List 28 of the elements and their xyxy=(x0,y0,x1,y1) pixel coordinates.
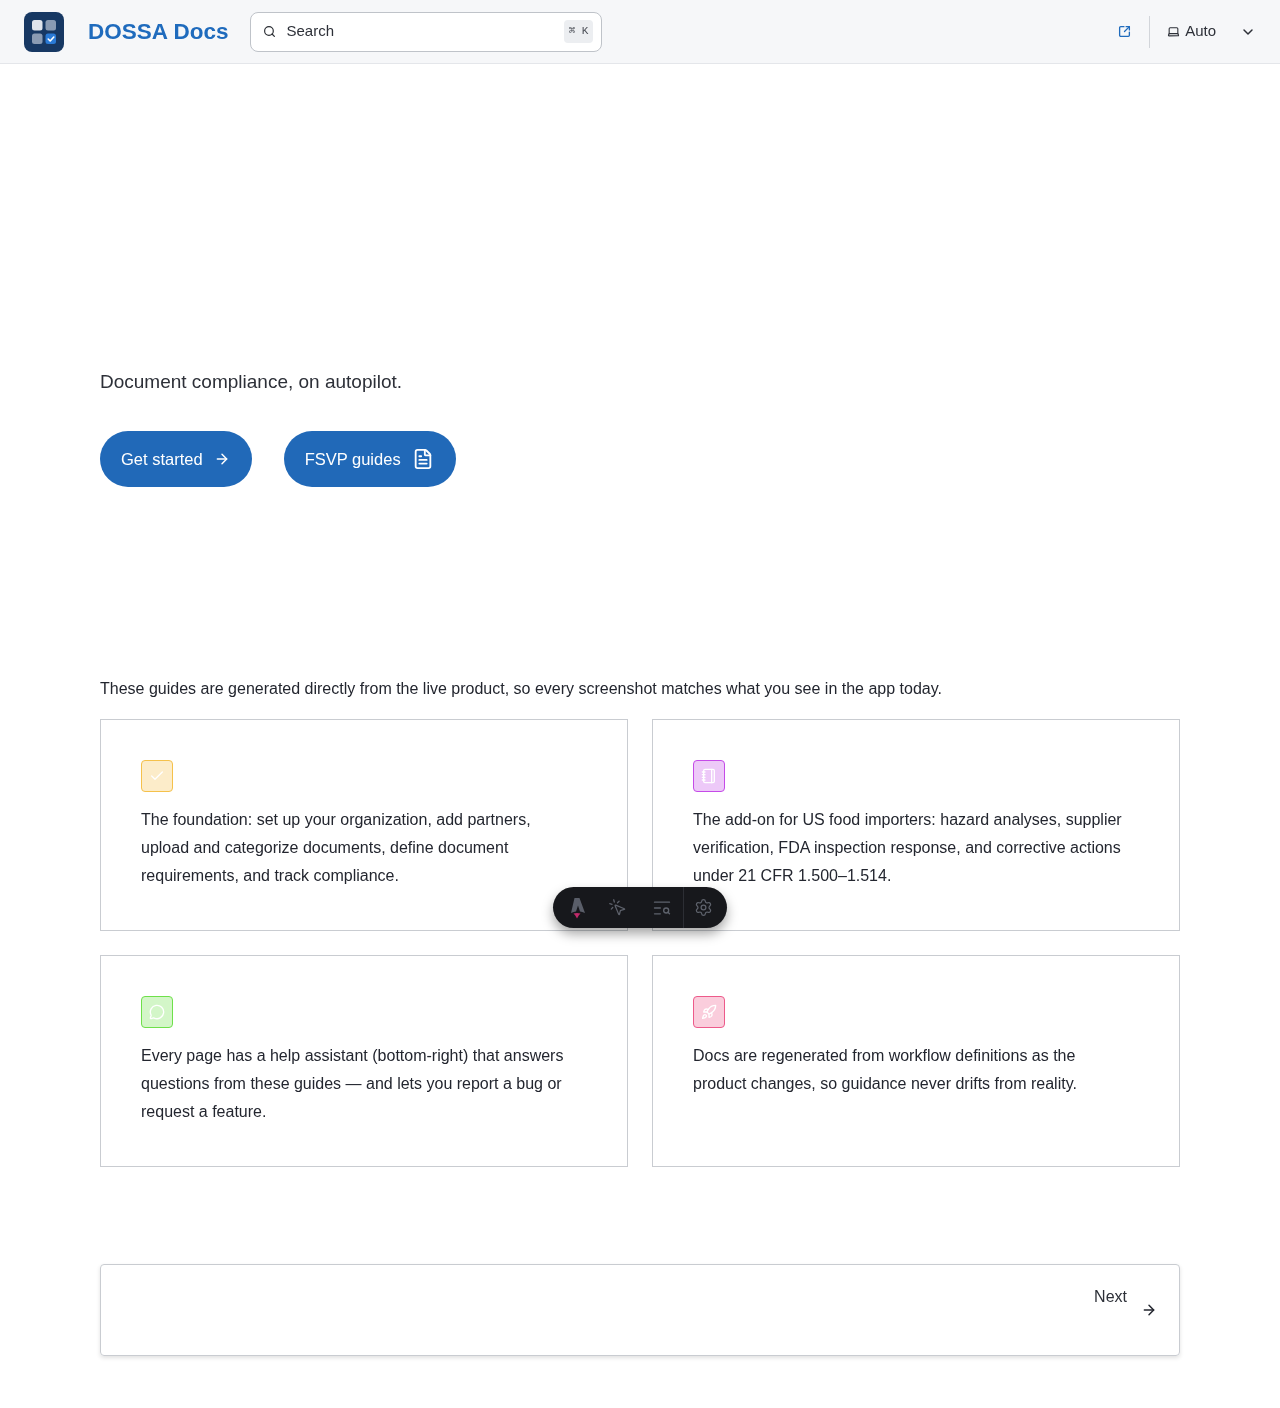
guide-card[interactable]: Docs are regenerated from workflow definitions as the product changes, so guidance never drifts from reality. xyxy=(652,955,1180,1167)
laptop-icon xyxy=(1167,25,1181,38)
keyboard-shortcut: ⌘ K xyxy=(563,20,594,43)
app-logo-icon xyxy=(24,11,64,52)
hero-button[interactable]: Get started xyxy=(100,431,252,487)
cursor-click-icon[interactable] xyxy=(608,898,627,917)
notebook-icon xyxy=(701,768,717,784)
intro-text: These guides are generated directly from the live product, so every screenshot matches what you see in the app today. xyxy=(100,679,943,699)
rocket-icon xyxy=(701,1004,717,1020)
hero-button[interactable]: FSVP guides xyxy=(283,431,456,487)
card-description: The foundation: set up your organization, add partners, upload and categorize documents, define document requirements, and track compliance. xyxy=(141,810,532,886)
guide-card[interactable]: The foundation: set up your organization, add partners, upload and categorize documents, define document requirements, and track compliance. xyxy=(100,719,628,931)
guide-card[interactable]: Every page has a help assistant (bottom-right) that answers questions from these guides — and lets you report a bug or request a feature. xyxy=(100,955,628,1167)
search-field[interactable]: Search ⌘ K xyxy=(250,11,603,52)
arrow-right-icon xyxy=(1141,1302,1157,1318)
card-description: Docs are regenerated from workflow definitions as the product changes, so guidance never drifts from reality. xyxy=(693,1046,1078,1094)
theme-select[interactable]: Auto xyxy=(1167,20,1256,43)
card-description: Every page has a help assistant (bottom-right) that answers questions from these guides — and lets you report a bug or request a feature. xyxy=(141,1046,565,1122)
guide-card[interactable]: The add-on for US food importers: hazard analyses, supplier verification, FDA inspection response, and corrective actions under 21 CFR 1.500–1.514. xyxy=(652,719,1180,931)
site-title[interactable]: DOSSA Docs xyxy=(88,14,229,49)
hero-tagline: Document compliance, on autopilot. xyxy=(100,370,404,394)
search-icon xyxy=(263,25,277,38)
card-description: The add-on for US food importers: hazard analyses, supplier verification, FDA inspection response, and corrective actions under 21 CFR 1.500–1.514. xyxy=(693,810,1123,886)
external-link-icon[interactable] xyxy=(1118,25,1132,38)
next-page-link[interactable]: Next xyxy=(100,1264,1180,1356)
chat-bubble-icon xyxy=(149,1004,165,1020)
logo-icon[interactable] xyxy=(568,896,586,919)
settings-icon[interactable] xyxy=(694,898,713,917)
